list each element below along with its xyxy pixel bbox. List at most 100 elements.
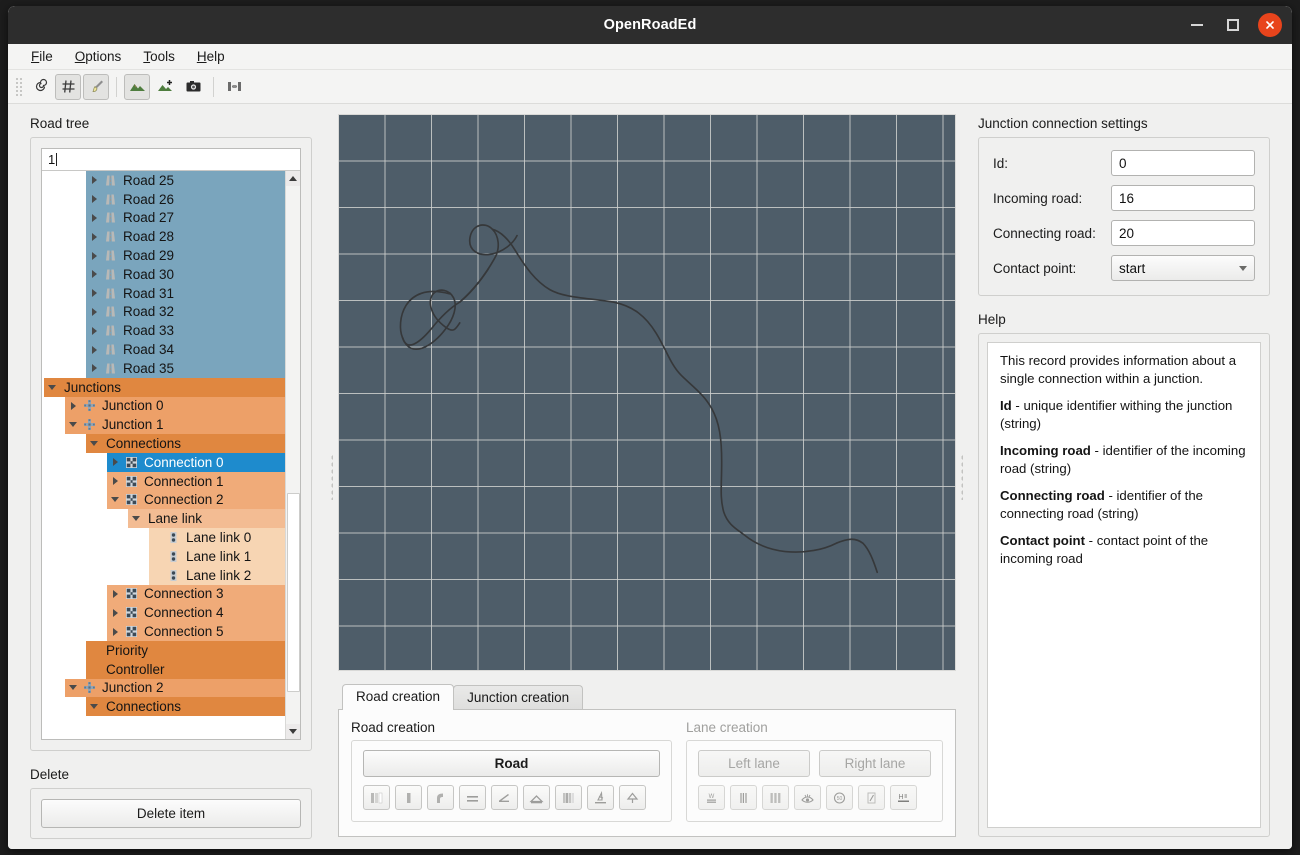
chevron-right-icon[interactable]	[107, 608, 123, 617]
scroll-thumb[interactable]	[286, 493, 300, 692]
spiral-tool-icon[interactable]	[27, 74, 53, 100]
tree-item-junctions[interactable]: Junctions	[42, 377, 285, 397]
road-button[interactable]: Road	[363, 750, 660, 777]
road-canvas[interactable]	[338, 114, 956, 671]
chevron-right-icon[interactable]	[107, 627, 123, 636]
chevron-down-icon[interactable]	[65, 685, 81, 691]
chevron-down-icon[interactable]	[86, 704, 102, 710]
add-terrain-icon[interactable]	[152, 74, 178, 100]
tree-item-road-28[interactable]: Road 28	[42, 227, 285, 247]
chevron-down-icon[interactable]	[86, 441, 102, 447]
tree-item-controller[interactable]: Controller	[42, 659, 285, 679]
lane-material-icon[interactable]	[762, 785, 789, 810]
brush-tool-icon[interactable]	[83, 73, 109, 100]
tree-item-lane-link-1[interactable]: Lane link 1	[42, 546, 285, 566]
delete-item-button[interactable]: Delete item	[41, 799, 301, 828]
id-field[interactable]: 0	[1111, 150, 1255, 176]
tree-item-road-32[interactable]: Road 32	[42, 302, 285, 322]
tree-item-road-30[interactable]: Road 30	[42, 264, 285, 284]
menu-options[interactable]: Options	[66, 46, 131, 67]
terrain-view-icon[interactable]	[124, 73, 150, 100]
contact-point-combo[interactable]: start	[1111, 255, 1255, 281]
chevron-down-icon[interactable]	[44, 384, 60, 390]
tree-item-road-35[interactable]: Road 35	[42, 358, 285, 378]
scroll-up-icon[interactable]	[285, 171, 300, 186]
grid-toggle-icon[interactable]	[55, 73, 81, 100]
tree-vertical-scrollbar[interactable]	[285, 171, 300, 739]
minimize-button[interactable]	[1186, 14, 1208, 36]
tree-filter-input[interactable]: 1	[42, 149, 300, 171]
left-splitter[interactable]	[326, 104, 338, 849]
tree-item-connection-2[interactable]: Connection 2	[42, 490, 285, 510]
chevron-right-icon[interactable]	[107, 458, 123, 467]
panel-toggle-icon[interactable]	[221, 74, 247, 100]
tab-road-creation[interactable]: Road creation	[342, 684, 455, 710]
chevron-right-icon[interactable]	[86, 251, 102, 260]
crossfall-icon[interactable]	[523, 785, 550, 810]
tree-item-connections[interactable]: Connections	[42, 697, 285, 717]
chevron-right-icon[interactable]	[107, 589, 123, 598]
tree-item-road-25[interactable]: Road 25	[42, 171, 285, 190]
tree-item-lane-link[interactable]: Lane link	[42, 509, 285, 529]
tree-item-connection-1[interactable]: Connection 1	[42, 471, 285, 491]
slope-icon[interactable]	[491, 785, 518, 810]
tree-item-connection-3[interactable]: Connection 3	[42, 584, 285, 604]
chevron-right-icon[interactable]	[86, 270, 102, 279]
tree-item-road-31[interactable]: Road 31	[42, 283, 285, 303]
tree-item-connection-5[interactable]: Connection 5	[42, 622, 285, 641]
connecting-road-field[interactable]: 20	[1111, 220, 1255, 246]
chevron-right-icon[interactable]	[86, 232, 102, 241]
lane-width-icon[interactable]: W	[698, 785, 725, 810]
chevron-right-icon[interactable]	[86, 289, 102, 298]
toolbar-grip[interactable]	[14, 75, 22, 98]
tab-junction-creation[interactable]: Junction creation	[453, 685, 584, 710]
maximize-button[interactable]	[1222, 14, 1244, 36]
tree-item-connection-0[interactable]: Connection 0	[42, 452, 285, 472]
chevron-right-icon[interactable]	[86, 364, 102, 373]
tree-item-road-34[interactable]: Road 34	[42, 340, 285, 359]
road-tree-widget[interactable]: 1 Road 25 Road 26 Road 27 Road 28 Road 29 Roa…	[41, 148, 301, 740]
scroll-track[interactable]	[285, 186, 300, 724]
chevron-right-icon[interactable]	[86, 345, 102, 354]
chevron-right-icon[interactable]	[86, 195, 102, 204]
road-segment-icon[interactable]	[363, 785, 390, 810]
tree-item-road-29[interactable]: Road 29	[42, 246, 285, 265]
chevron-right-icon[interactable]	[86, 176, 102, 185]
tree-item-road-33[interactable]: Road 33	[42, 321, 285, 341]
camera-snapshot-icon[interactable]	[180, 74, 206, 100]
right-splitter[interactable]	[956, 104, 968, 849]
chevron-down-icon[interactable]	[128, 516, 144, 522]
signal-icon[interactable]	[587, 785, 614, 810]
chevron-right-icon[interactable]	[65, 401, 81, 410]
chevron-right-icon[interactable]	[107, 477, 123, 486]
incoming-road-field[interactable]: 16	[1111, 185, 1255, 211]
tree-item-lane-link-2[interactable]: Lane link 2	[42, 565, 285, 585]
lane-visibility-icon[interactable]	[794, 785, 821, 810]
tree-item-priority[interactable]: Priority	[42, 640, 285, 660]
chevron-right-icon[interactable]	[86, 307, 102, 316]
arc-geometry-icon[interactable]	[427, 785, 454, 810]
line-geometry-icon[interactable]	[395, 785, 422, 810]
speed-limit-icon[interactable]: 50	[826, 785, 853, 810]
elevation-icon[interactable]	[459, 785, 486, 810]
lane-height-icon[interactable]: H	[890, 785, 917, 810]
tree-item-connections[interactable]: Connections	[42, 434, 285, 453]
lane-section-icon[interactable]	[555, 785, 582, 810]
close-button[interactable]	[1258, 13, 1282, 37]
road-tree[interactable]: Road 25 Road 26 Road 27 Road 28 Road 29 Road …	[42, 171, 285, 739]
menu-help[interactable]: Help	[188, 46, 234, 67]
tree-item-junction-0[interactable]: Junction 0	[42, 396, 285, 416]
road-mark-icon[interactable]	[730, 785, 757, 810]
tree-item-junction-2[interactable]: Junction 2	[42, 678, 285, 698]
left-lane-button[interactable]: Left lane	[698, 750, 810, 777]
scroll-down-icon[interactable]	[285, 724, 300, 739]
tree-item-lane-link-0[interactable]: Lane link 0	[42, 528, 285, 547]
chevron-down-icon[interactable]	[107, 497, 123, 503]
tree-item-connection-4[interactable]: Connection 4	[42, 603, 285, 623]
menu-tools[interactable]: Tools	[134, 46, 184, 67]
tree-item-junction-1[interactable]: Junction 1	[42, 415, 285, 435]
chevron-right-icon[interactable]	[86, 213, 102, 222]
chevron-down-icon[interactable]	[65, 422, 81, 428]
object-icon[interactable]	[619, 785, 646, 810]
lane-access-icon[interactable]	[858, 785, 885, 810]
